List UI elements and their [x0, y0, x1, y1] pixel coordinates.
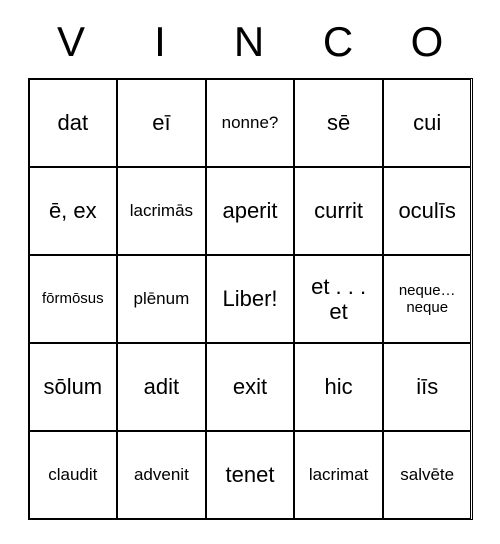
bingo-cell[interactable]: salvēte: [383, 431, 472, 519]
bingo-cell[interactable]: aperit: [206, 167, 295, 255]
bingo-grid: dat eī nonne? sē cui ē, ex lacrimās aper…: [28, 78, 473, 520]
bingo-cell[interactable]: lacrimās: [117, 167, 206, 255]
bingo-cell[interactable]: sē: [294, 79, 383, 167]
bingo-cell[interactable]: cui: [383, 79, 472, 167]
bingo-cell[interactable]: nonne?: [206, 79, 295, 167]
bingo-cell[interactable]: sōlum: [29, 343, 118, 431]
bingo-cell[interactable]: Liber!: [206, 255, 295, 343]
header-letter-c: C: [295, 18, 384, 66]
bingo-cell[interactable]: tenet: [206, 431, 295, 519]
header-letter-n: N: [206, 18, 295, 66]
bingo-cell[interactable]: advenit: [117, 431, 206, 519]
bingo-cell[interactable]: oculīs: [383, 167, 472, 255]
bingo-cell[interactable]: dat: [29, 79, 118, 167]
bingo-cell[interactable]: exit: [206, 343, 295, 431]
header-letter-v: V: [28, 18, 117, 66]
bingo-cell[interactable]: adit: [117, 343, 206, 431]
bingo-card: V I N C O dat eī nonne? sē cui ē, ex lac…: [28, 18, 473, 520]
bingo-cell[interactable]: neque…neque: [383, 255, 472, 343]
bingo-cell[interactable]: claudit: [29, 431, 118, 519]
bingo-cell[interactable]: lacrimat: [294, 431, 383, 519]
bingo-cell[interactable]: ē, ex: [29, 167, 118, 255]
bingo-cell[interactable]: iīs: [383, 343, 472, 431]
bingo-cell[interactable]: plēnum: [117, 255, 206, 343]
bingo-cell[interactable]: currit: [294, 167, 383, 255]
header-letter-i: I: [117, 18, 206, 66]
bingo-header-row: V I N C O: [28, 18, 473, 66]
header-letter-o: O: [384, 18, 473, 66]
bingo-cell[interactable]: eī: [117, 79, 206, 167]
bingo-cell[interactable]: fōrmōsus: [29, 255, 118, 343]
bingo-cell[interactable]: et . . . et: [294, 255, 383, 343]
bingo-cell[interactable]: hic: [294, 343, 383, 431]
